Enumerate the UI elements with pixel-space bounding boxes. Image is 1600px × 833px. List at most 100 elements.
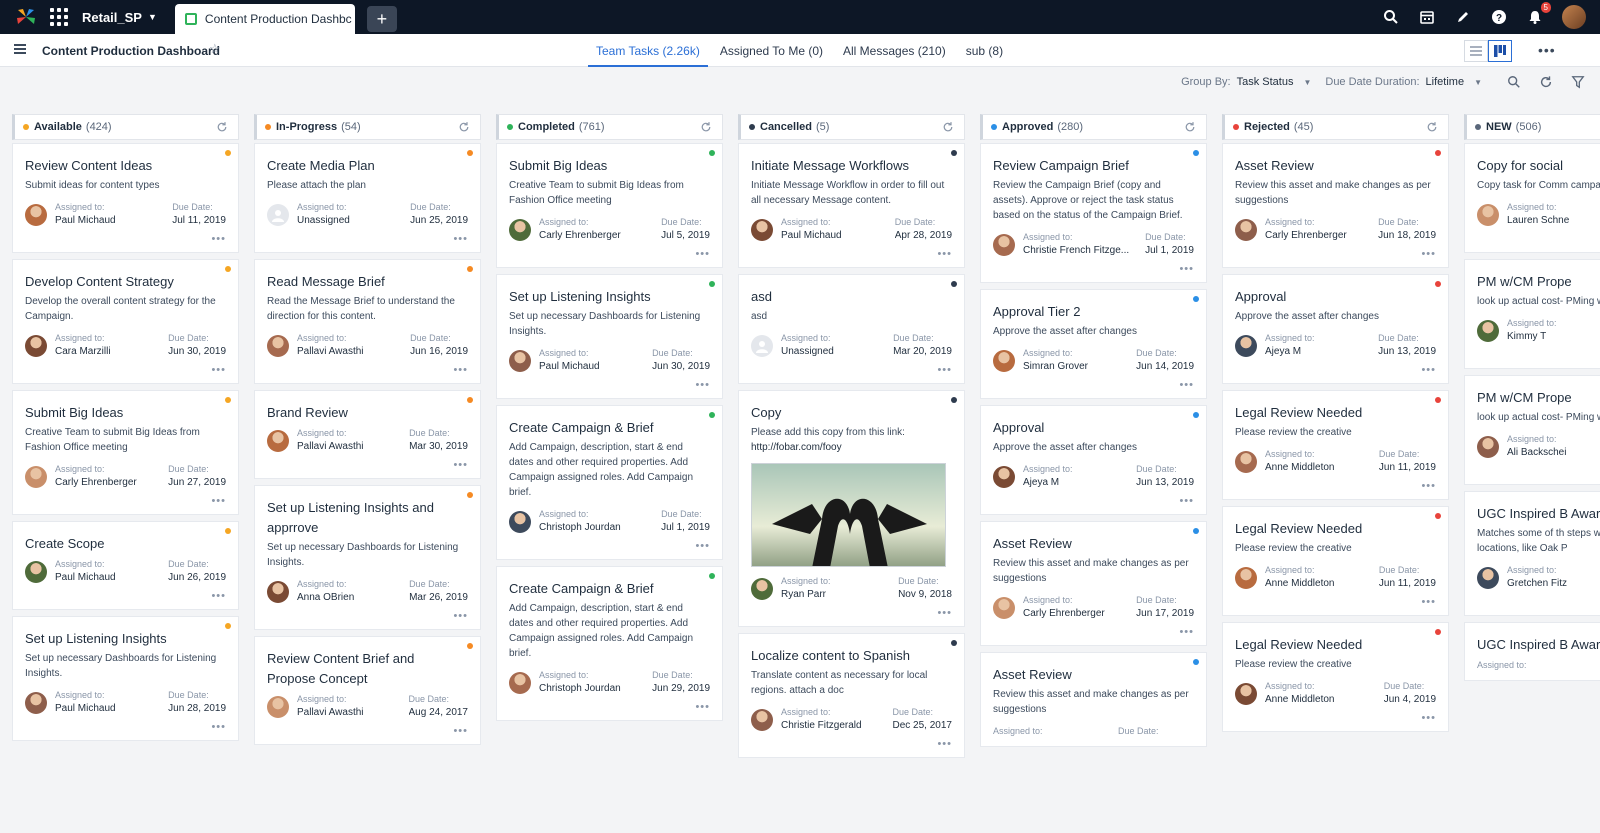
refresh-icon[interactable] — [216, 121, 228, 136]
more-options-icon[interactable]: ••• — [993, 627, 1194, 638]
board-view-button[interactable] — [1488, 40, 1512, 62]
user-avatar[interactable] — [1562, 5, 1586, 29]
task-card[interactable]: Develop Content Strategy Develop the over… — [12, 259, 239, 384]
task-card[interactable]: Brand Review Assigned to: Pallavi Awasthi D… — [254, 390, 481, 479]
task-title[interactable]: Submit Big Ideas — [25, 403, 226, 423]
more-options-icon[interactable]: ••• — [1235, 713, 1436, 724]
avatar[interactable] — [993, 234, 1015, 256]
task-card[interactable]: Localize content to Spanish Translate con… — [738, 633, 965, 758]
sprinklr-logo-icon[interactable] — [12, 3, 40, 31]
avatar[interactable] — [1235, 335, 1257, 357]
avatar[interactable] — [509, 350, 531, 372]
avatar[interactable] — [993, 466, 1015, 488]
task-title[interactable]: Asset Review — [993, 534, 1194, 554]
column-header[interactable]: Cancelled (5) — [738, 114, 965, 140]
task-title[interactable]: Approval Tier 2 — [993, 302, 1194, 322]
task-card[interactable]: Review Campaign Brief Review the Campaign… — [980, 143, 1207, 283]
tab-content-production[interactable]: Content Production Dashbc — [174, 4, 355, 34]
more-options-icon[interactable]: ••• — [25, 496, 226, 507]
task-card[interactable]: asd asd Assigned to: Unassigned Due Date: Mar… — [738, 274, 965, 384]
more-options-icon[interactable]: ••• — [993, 380, 1194, 391]
avatar[interactable] — [1477, 320, 1499, 342]
task-title[interactable]: Create Media Plan — [267, 156, 468, 176]
avatar[interactable] — [509, 672, 531, 694]
more-options-icon[interactable]: ••• — [509, 380, 710, 391]
more-options-icon[interactable]: ••• — [1477, 597, 1600, 607]
more-options-icon[interactable]: ••• — [509, 541, 710, 552]
task-card[interactable]: Set up Listening Insights and apprrove Se… — [254, 485, 481, 630]
refresh-icon[interactable] — [1538, 74, 1554, 90]
avatar[interactable] — [509, 511, 531, 533]
task-card[interactable]: Submit Big Ideas Creative Team to submit … — [496, 143, 723, 268]
more-options-icon[interactable]: ••• — [25, 722, 226, 733]
task-title[interactable]: Create Campaign & Brief — [509, 418, 710, 438]
avatar[interactable] — [267, 696, 289, 718]
refresh-icon[interactable] — [1426, 121, 1438, 136]
menu-icon[interactable] — [14, 44, 26, 54]
task-card[interactable]: Create Campaign & Brief Add Campaign, des… — [496, 405, 723, 560]
task-title[interactable]: Brand Review — [267, 403, 468, 423]
task-title[interactable]: asd — [751, 287, 952, 307]
task-title[interactable]: Review Campaign Brief — [993, 156, 1194, 176]
due-duration-select[interactable]: Lifetime — [1426, 76, 1465, 88]
avatar[interactable] — [993, 350, 1015, 372]
task-card[interactable]: Set up Listening Insights Set up necessar… — [12, 616, 239, 741]
task-card[interactable]: Asset Review Review this asset and make c… — [980, 521, 1207, 646]
task-title[interactable]: Set up Listening Insights — [25, 629, 226, 649]
task-title[interactable]: UGC Inspired B Awareness Con — [1477, 504, 1600, 524]
help-icon[interactable]: ? — [1490, 8, 1508, 26]
task-title[interactable]: Review Content Ideas — [25, 156, 226, 176]
avatar[interactable] — [25, 335, 47, 357]
tab-all-messages[interactable]: All Messages (210) — [835, 34, 954, 67]
more-options-icon[interactable]: ••• — [751, 249, 952, 260]
task-card[interactable]: Asset Review Review this asset and make c… — [1222, 143, 1449, 268]
avatar[interactable] — [509, 219, 531, 241]
task-title[interactable]: Develop Content Strategy — [25, 272, 226, 292]
avatar[interactable] — [25, 466, 47, 488]
more-options-icon[interactable]: ••• — [751, 608, 952, 619]
avatar[interactable] — [267, 581, 289, 603]
more-options-icon[interactable]: ••• — [1477, 466, 1600, 476]
bell-icon[interactable]: 5 — [1526, 2, 1551, 26]
task-title[interactable]: Asset Review — [1235, 156, 1436, 176]
column-header[interactable]: Rejected (45) — [1222, 114, 1449, 140]
column-header[interactable]: Available (424) — [12, 114, 239, 140]
avatar[interactable] — [25, 692, 47, 714]
avatar[interactable] — [267, 430, 289, 452]
more-options-icon[interactable]: ••• — [25, 591, 226, 602]
refresh-icon[interactable] — [700, 121, 712, 136]
task-card[interactable]: Create Scope Assigned to: Paul Michaud Due … — [12, 521, 239, 610]
task-title[interactable]: Legal Review Needed — [1235, 403, 1436, 423]
more-options-icon[interactable]: ••• — [751, 365, 952, 376]
search-icon[interactable] — [1382, 8, 1400, 26]
calendar-icon[interactable] — [1418, 8, 1436, 26]
column-header[interactable]: In-Progress (54) — [254, 114, 481, 140]
task-card[interactable]: Create Media Plan Please attach the plan A… — [254, 143, 481, 253]
avatar[interactable] — [25, 204, 47, 226]
avatar[interactable] — [1235, 219, 1257, 241]
task-title[interactable]: Review Content Brief and Propose Concept — [267, 649, 468, 689]
avatar[interactable] — [267, 204, 289, 226]
task-card[interactable]: Legal Review Needed Please review the cre… — [1222, 506, 1449, 616]
refresh-icon[interactable] — [1184, 121, 1196, 136]
task-card[interactable]: Legal Review Needed Please review the cre… — [1222, 622, 1449, 732]
task-title[interactable]: PM w/CM Prope — [1477, 388, 1600, 408]
task-title[interactable]: Copy for social — [1477, 156, 1600, 176]
add-tab-button[interactable]: + — [366, 6, 397, 32]
tab-assigned-to-me[interactable]: Assigned To Me (0) — [712, 34, 831, 67]
more-options-icon[interactable]: ••• — [267, 234, 468, 245]
avatar[interactable] — [25, 561, 47, 583]
tab-team-tasks[interactable]: Team Tasks (2.26k) — [588, 34, 708, 67]
task-card[interactable]: Asset Review Review this asset and make c… — [980, 652, 1207, 747]
column-header[interactable]: NEW (506) — [1464, 114, 1600, 140]
refresh-icon[interactable] — [942, 121, 954, 136]
avatar[interactable] — [751, 578, 773, 600]
task-card[interactable]: PM w/CM Prope look up actual cost- PMing … — [1464, 375, 1600, 485]
workspace-switcher[interactable]: Retail_SP ▼ — [82, 10, 157, 25]
task-card[interactable]: Review Content Ideas Submit ideas for con… — [12, 143, 239, 253]
avatar[interactable] — [751, 335, 773, 357]
task-title[interactable]: Submit Big Ideas — [509, 156, 710, 176]
avatar[interactable] — [1235, 567, 1257, 589]
task-title[interactable]: Create Campaign & Brief — [509, 579, 710, 599]
task-card[interactable]: UGC Inspired B Awareness Con Matches some… — [1464, 491, 1600, 616]
